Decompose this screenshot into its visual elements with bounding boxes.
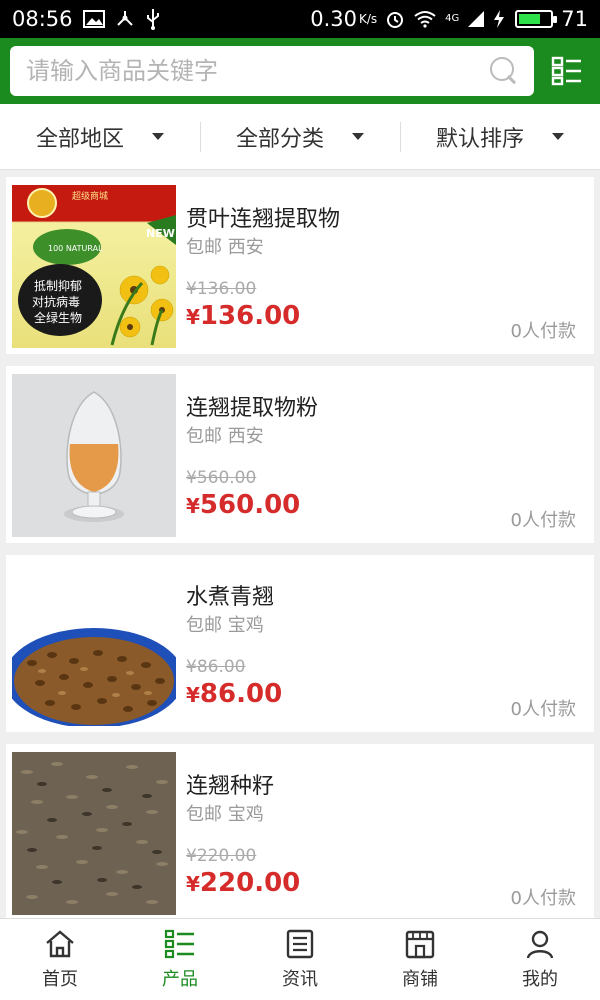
category-menu-icon[interactable] <box>551 56 583 86</box>
price-value: 560.00 <box>199 490 301 520</box>
caret-down-icon <box>552 133 564 140</box>
currency-symbol: ¥ <box>186 872 200 896</box>
nav-stores[interactable]: 商铺 <box>360 919 480 1000</box>
product-image: 超级商城 NEW 100 NATURAL 抵制抑郁 对抗病毒 全绿生物 <box>12 185 176 348</box>
currency-symbol: ¥ <box>186 683 200 707</box>
header-bar <box>0 38 600 104</box>
product-old-price: ¥136.00 <box>186 279 257 299</box>
currency-symbol: ¥ <box>186 305 200 329</box>
thumb-new-text: NEW <box>146 227 175 240</box>
store-icon <box>405 930 435 958</box>
product-name[interactable]: 连翘提取物粉 <box>186 390 318 422</box>
product-old-price: ¥560.00 <box>186 468 257 488</box>
nav-home-label: 首页 <box>42 968 78 990</box>
status-bar: 08:56 0.30 K/s 4G 71 <box>0 0 600 38</box>
product-image <box>12 752 176 915</box>
price-value: 136.00 <box>199 301 301 331</box>
product-paid-count: 0人付款 <box>510 888 576 909</box>
product-paid-count: 0人付款 <box>510 321 576 342</box>
image-notification-icon <box>82 10 105 28</box>
product-name[interactable]: 水煮青翘 <box>186 579 274 611</box>
product-shipping: 包邮 西安 <box>186 426 264 447</box>
product-shipping: 包邮 西安 <box>186 237 264 258</box>
product-card[interactable]: 连翘提取物粉 包邮 西安 ¥560.00 ¥560.00 0人付款 <box>6 366 594 543</box>
search-input[interactable] <box>26 57 490 85</box>
network-speed-unit: K/s <box>358 12 378 26</box>
network-share-icon <box>116 11 133 26</box>
wifi-icon <box>414 11 436 28</box>
product-old-price: ¥86.00 <box>186 657 246 677</box>
filter-category-label: 全部分类 <box>235 126 324 152</box>
nav-stores-label: 商铺 <box>402 968 438 990</box>
product-card[interactable]: 连翘种籽 包邮 宝鸡 ¥220.00 ¥220.00 0人付款 <box>6 744 594 921</box>
charging-icon <box>494 10 505 28</box>
product-price: ¥220.00 <box>186 868 300 898</box>
filter-region-label: 全部地区 <box>35 126 124 152</box>
product-image <box>12 563 176 726</box>
battery-level: 71 <box>561 7 588 31</box>
news-icon <box>286 929 314 958</box>
nav-products-label: 产品 <box>162 968 198 990</box>
product-price: ¥136.00 <box>186 301 300 331</box>
product-card[interactable]: 超级商城 NEW 100 NATURAL 抵制抑郁 对抗病毒 全绿生物 贯叶连翘… <box>6 177 594 354</box>
price-value: 220.00 <box>199 868 301 898</box>
thumb-badge-text: 100 NATURAL <box>48 244 103 253</box>
product-paid-count: 0人付款 <box>510 510 576 531</box>
caret-down-icon <box>352 133 364 140</box>
product-image <box>12 374 176 537</box>
nav-mine[interactable]: 我的 <box>480 919 600 1000</box>
currency-symbol: ¥ <box>186 494 200 518</box>
nav-news-label: 资讯 <box>282 968 318 990</box>
filter-sort-label: 默认排序 <box>435 126 524 152</box>
price-value: 86.00 <box>199 679 283 709</box>
status-time: 08:56 <box>12 7 73 31</box>
filter-bar: 全部地区 全部分类 默认排序 <box>0 104 600 170</box>
nav-news[interactable]: 资讯 <box>240 919 360 1000</box>
product-shipping: 包邮 宝鸡 <box>186 615 264 636</box>
thumb-line-2: 对抗病毒 <box>32 294 80 309</box>
thumb-line-1: 抵制抑郁 <box>34 278 82 293</box>
product-old-price: ¥220.00 <box>186 846 257 866</box>
product-shipping: 包邮 宝鸡 <box>186 804 264 825</box>
thumb-top-text: 超级商城 <box>72 190 108 202</box>
search-icon[interactable] <box>490 57 518 85</box>
thumb-line-3: 全绿生物 <box>34 310 82 325</box>
nav-products[interactable]: 产品 <box>120 919 240 1000</box>
bottom-nav: 首页 产品 资讯 商铺 我的 <box>0 918 600 1000</box>
product-price: ¥86.00 <box>186 679 282 709</box>
usb-icon <box>146 9 159 30</box>
nav-mine-label: 我的 <box>522 968 558 990</box>
home-icon <box>46 929 74 957</box>
product-paid-count: 0人付款 <box>510 699 576 720</box>
signal-icon <box>468 11 485 27</box>
caret-down-icon <box>152 133 164 140</box>
filter-sort[interactable]: 默认排序 <box>400 104 600 169</box>
product-name[interactable]: 连翘种籽 <box>186 768 274 800</box>
product-card[interactable]: 水煮青翘 包邮 宝鸡 ¥86.00 ¥86.00 0人付款 <box>6 555 594 732</box>
filter-category[interactable]: 全部分类 <box>200 104 400 169</box>
alarm-icon <box>387 12 404 28</box>
search-box[interactable] <box>10 46 534 96</box>
nav-home[interactable]: 首页 <box>0 919 120 1000</box>
filter-region[interactable]: 全部地区 <box>0 104 200 169</box>
product-name[interactable]: 贯叶连翘提取物 <box>186 201 340 233</box>
product-price: ¥560.00 <box>186 490 300 520</box>
network-speed: 0.30 <box>310 7 357 31</box>
battery-icon <box>515 10 558 28</box>
user-icon <box>526 930 554 958</box>
network-type: 4G <box>445 13 460 24</box>
list-icon <box>164 929 194 958</box>
